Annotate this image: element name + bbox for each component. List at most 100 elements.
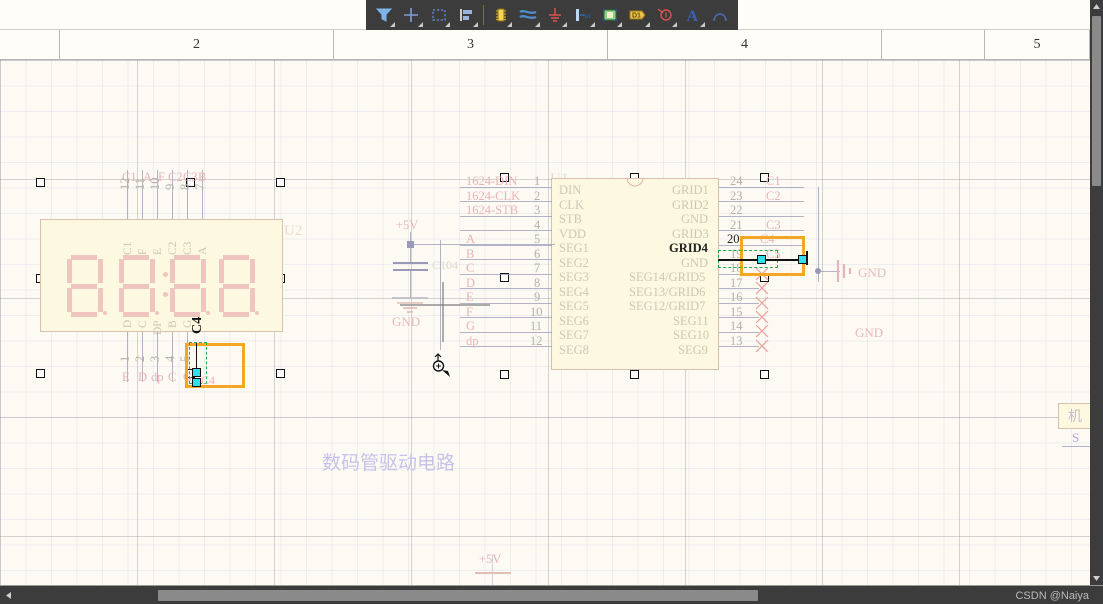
ic-notch-arc: [626, 178, 644, 187]
seven-seg-digit: [217, 255, 259, 317]
display-bottom-net-label[interactable]: dp: [151, 370, 164, 385]
place-gnd-icon[interactable]: [543, 2, 568, 28]
dropdown-caret-icon[interactable]: [417, 22, 423, 27]
ic-left-pin-name: SEG1: [559, 241, 589, 255]
ic-right-net-label[interactable]: C2: [766, 189, 781, 204]
ic-right-net-label[interactable]: C3: [766, 218, 781, 233]
place-wire-crosshair-icon[interactable]: [398, 2, 423, 28]
right-edge-net-label[interactable]: S: [1072, 430, 1079, 446]
schematic-canvas[interactable]: C1 A F C2 C3 B 12 11 10 9 8 7 U2 C1 F E …: [0, 60, 1090, 585]
ruler-tick-blank: [882, 30, 985, 60]
display-bottom-pin-number: 4: [163, 355, 177, 362]
vertical-scrollbar-thumb[interactable]: [1092, 16, 1101, 186]
cap-top-lead: [410, 248, 411, 262]
selection-handle[interactable]: [760, 370, 769, 379]
display-top-net-label[interactable]: B: [198, 170, 206, 185]
display-top-pin-number: 12: [118, 177, 132, 191]
selected-net-label-c4-vertical[interactable]: C4: [190, 317, 206, 334]
dropdown-caret-icon[interactable]: [472, 22, 478, 27]
display-designator[interactable]: U2: [284, 223, 302, 240]
dropdown-caret-icon[interactable]: [390, 22, 396, 27]
ic-left-net-label[interactable]: 1624-STB: [466, 203, 518, 218]
place-net-port-icon[interactable]: ııı: [570, 2, 595, 28]
ic-left-pin-number: 11: [530, 319, 543, 333]
ic-right-pin-name: GRID1: [672, 183, 709, 197]
watermark-text: CSDN @Naiya: [1015, 590, 1089, 602]
display-top-net-label[interactable]: C2: [168, 170, 183, 185]
toolbar-separator: [482, 5, 484, 25]
sheet-title-text[interactable]: 数码管驱动电路: [322, 448, 455, 475]
wire-endpoint-handle-cyan[interactable]: [757, 255, 766, 264]
dropdown-caret-icon[interactable]: [589, 22, 595, 27]
junction-handle-cyan[interactable]: [192, 378, 201, 387]
selection-handle[interactable]: [276, 369, 285, 378]
net-label-c4-small[interactable]: C4: [201, 373, 215, 388]
ic-left-pin-number: 9: [534, 290, 541, 304]
editor-cursor-crosshair: [400, 282, 490, 347]
selection-handle[interactable]: [36, 369, 45, 378]
ic-left-net-label[interactable]: 1624-DIN: [466, 174, 517, 189]
place-text-icon[interactable]: A: [680, 2, 705, 28]
gnd-label-right-text[interactable]: GND: [858, 265, 886, 281]
ic-right-pin-name: GND: [681, 256, 709, 270]
vertical-scrollbar[interactable]: [1090, 0, 1103, 585]
ic-left-pin-name: SEG7: [559, 328, 589, 342]
bottom-vcc-label[interactable]: +5V: [479, 552, 501, 567]
junction-handle-cyan[interactable]: [192, 368, 201, 377]
ic-left-pin-number: 7: [534, 261, 541, 275]
place-component-icon[interactable]: [488, 2, 513, 28]
place-sheet-symbol-icon[interactable]: [598, 2, 623, 28]
ruler-tick-5: 5: [985, 30, 1090, 60]
dropdown-caret-icon[interactable]: [562, 22, 568, 27]
ic-right-pin-number: 14: [730, 319, 743, 333]
dropdown-caret-icon[interactable]: [672, 22, 678, 27]
selection-handle[interactable]: [36, 178, 45, 187]
dropdown-caret-icon[interactable]: [617, 22, 623, 27]
ic-left-net-label[interactable]: 1624-CLK: [466, 189, 520, 204]
display-inner-pin-name-bottom: B: [167, 320, 179, 328]
ic-right-net-label[interactable]: C1: [766, 174, 781, 189]
selection-handle[interactable]: [630, 370, 639, 379]
ic-left-pin-number: 4: [534, 218, 541, 232]
align-objects-icon[interactable]: [453, 2, 478, 28]
capacitor-designator[interactable]: C104: [432, 258, 458, 273]
gnd-label-right[interactable]: GND: [855, 325, 883, 341]
seven-seg-digit: [168, 255, 210, 317]
ic-left-pin-number: 1: [534, 174, 541, 188]
place-bus-icon[interactable]: [515, 2, 540, 28]
place-net-filter-icon[interactable]: [371, 2, 396, 28]
dropdown-caret-icon[interactable]: [534, 22, 540, 27]
place-no-erc-icon[interactable]: [653, 2, 678, 28]
vcc-label-left[interactable]: +5V: [396, 218, 418, 233]
display-top-net-label[interactable]: C3: [183, 170, 198, 185]
display-bottom-net-label[interactable]: E: [122, 370, 130, 385]
ic-left-net-label[interactable]: C: [466, 261, 474, 276]
svg-text:D1: D1: [632, 13, 641, 20]
scroll-down-arrow-icon[interactable]: [1090, 572, 1103, 585]
select-area-icon[interactable]: [426, 2, 451, 28]
ic-left-pin-number: 3: [534, 203, 541, 217]
horizontal-scrollbar[interactable]: CSDN @Naiya: [0, 585, 1103, 604]
ic-left-pin-name: SEG2: [559, 256, 589, 270]
ic-right-pin-number: 22: [730, 203, 743, 217]
dropdown-caret-icon[interactable]: [699, 22, 705, 27]
ic-left-pin-number: 2: [534, 189, 541, 203]
dropdown-caret-icon[interactable]: [507, 22, 513, 27]
place-designator-icon[interactable]: D1: [625, 2, 650, 28]
scroll-left-arrow-icon[interactable]: [2, 589, 14, 602]
ic-left-net-label[interactable]: B: [466, 247, 474, 262]
dropdown-caret-icon[interactable]: [445, 22, 451, 27]
dropdown-caret-icon[interactable]: [644, 22, 650, 27]
no-erc-marks: [755, 267, 769, 353]
ic-right-pin-number: 23: [730, 189, 743, 203]
place-arc-icon[interactable]: [708, 2, 733, 28]
selection-handle[interactable]: [276, 178, 285, 187]
ic-right-pin-number-highlighted: 20: [727, 232, 740, 246]
scroll-up-arrow-icon[interactable]: [1090, 0, 1103, 13]
display-bottom-net-label[interactable]: D: [138, 370, 147, 385]
ic-left-pin-name: VDD: [559, 227, 587, 241]
selection-handle[interactable]: [500, 370, 509, 379]
display-bottom-net-label[interactable]: C: [168, 370, 176, 385]
display-top-pin-number: 10: [148, 177, 162, 191]
horizontal-scrollbar-thumb[interactable]: [158, 590, 758, 601]
